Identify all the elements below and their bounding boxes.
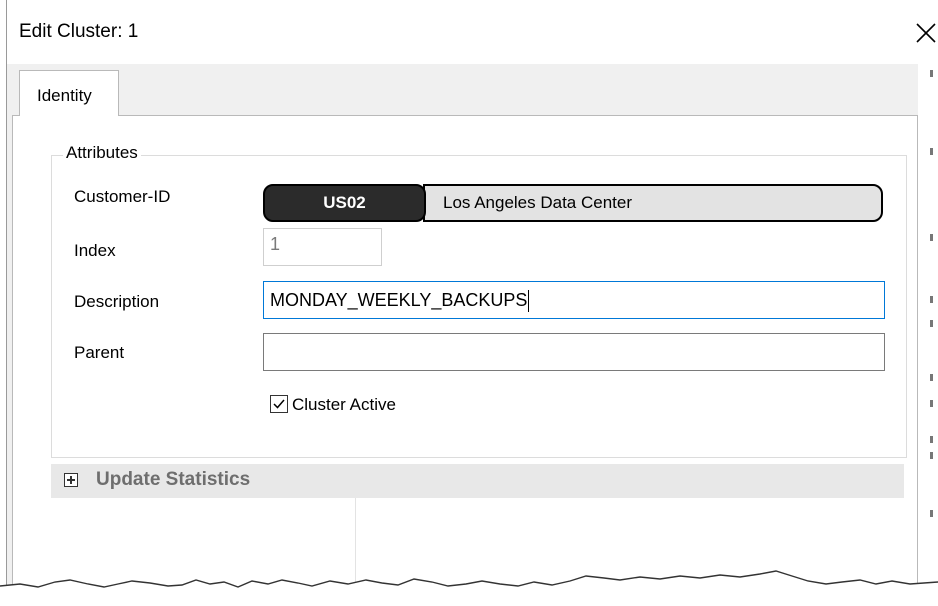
torn-edge xyxy=(0,570,938,606)
customer-id-label: Customer-ID xyxy=(74,187,171,206)
customer-code-pill[interactable]: US02 xyxy=(263,184,426,222)
description-label: Description xyxy=(74,292,160,311)
window-title: Edit Cluster: 1 xyxy=(19,21,139,42)
parent-label: Parent xyxy=(74,343,125,362)
cluster-active-label: Cluster Active xyxy=(292,395,396,414)
cluster-active-checkbox[interactable] xyxy=(270,395,288,413)
background-window-edge xyxy=(918,64,938,606)
edit-cluster-dialog: Edit Cluster: 1 Identity Attributes Cust… xyxy=(0,0,938,606)
description-field[interactable]: MONDAY_WEEKLY_BACKUPS xyxy=(263,281,885,319)
update-statistics-section[interactable]: Update Statistics xyxy=(51,464,904,498)
checkmark-icon xyxy=(273,399,285,409)
index-label: Index xyxy=(74,241,116,260)
text-caret xyxy=(528,290,530,313)
index-field[interactable]: 1 xyxy=(263,228,382,266)
tab-identity-label: Identity xyxy=(37,86,92,105)
parent-field[interactable] xyxy=(263,333,885,371)
update-statistics-label: Update Statistics xyxy=(96,469,251,490)
attributes-legend: Attributes xyxy=(63,143,141,163)
expand-plus-icon[interactable] xyxy=(64,473,78,487)
title-bar: Edit Cluster: 1 xyxy=(7,0,938,64)
close-icon[interactable] xyxy=(911,18,938,48)
description-value: MONDAY_WEEKLY_BACKUPS xyxy=(270,290,528,310)
customer-name-pill[interactable]: Los Angeles Data Center xyxy=(423,184,883,222)
tab-identity[interactable]: Identity xyxy=(19,70,119,116)
